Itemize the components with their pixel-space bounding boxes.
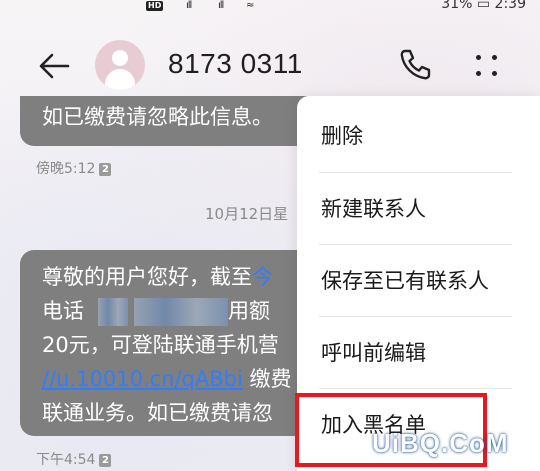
redacted-region <box>98 298 128 326</box>
more-dot-icon <box>492 55 497 60</box>
clock: 2:39 <box>494 0 526 12</box>
status-bar: HD ıll ıll ≈ 31% ▭ 2:39 <box>0 0 540 14</box>
wifi-icon: ≈ <box>246 0 254 11</box>
menu-item-new-contact[interactable]: 新建联系人 <box>321 173 516 245</box>
sim-badge: 2 <box>99 454 112 467</box>
hd-badge: HD <box>146 1 164 11</box>
menu-item-delete[interactable]: 删除 <box>321 100 516 172</box>
battery-status: 31% ▭ 2:39 <box>441 0 526 12</box>
back-button[interactable] <box>34 50 74 82</box>
conversation-header: 8173 0311 <box>0 30 540 102</box>
signal-icon-2: ıll <box>218 0 224 11</box>
menu-item-edit-before-call[interactable]: 呼叫前编辑 <box>321 317 516 389</box>
back-arrow-icon <box>39 53 70 79</box>
phone-icon <box>400 49 431 80</box>
menu-item-save-to-existing-contact[interactable]: 保存至已有联系人 <box>321 245 516 317</box>
message-link[interactable]: //u.10010.cn/qABbi <box>42 367 243 391</box>
contact-avatar[interactable] <box>95 40 145 90</box>
sim-badge: 2 <box>99 163 112 176</box>
message-line: //u.10010.cn/qABbi 缴费 <box>42 367 292 391</box>
more-dot-icon <box>476 71 481 76</box>
message-bubble[interactable]: 尊敬的用户您好，截至今 电话 用额 20元，可登陆联通手机营 //u.10010.… <box>20 250 340 436</box>
battery-icon: ▭ <box>476 0 491 12</box>
more-dot-icon <box>492 71 497 76</box>
message-time: 傍晚5:12 <box>36 161 96 177</box>
message-line: 电话 用额 <box>42 294 340 328</box>
message-time: 下午4:54 <box>36 452 96 468</box>
redacted-region <box>134 298 228 326</box>
message-line: 20元，可登陆联通手机营 <box>42 333 279 357</box>
date-divider: 10月12日星 <box>205 205 289 223</box>
highlighted-text[interactable]: 今 <box>252 265 273 289</box>
message-text: 如已缴费请忽略此信息。 <box>42 105 273 129</box>
call-button[interactable] <box>396 46 432 82</box>
message-meta: 傍晚5:12 2 <box>36 158 112 178</box>
avatar-head <box>112 50 128 66</box>
message-meta: 下午4:54 2 <box>36 449 112 469</box>
more-dot-icon <box>476 55 481 60</box>
more-options-button[interactable] <box>470 48 504 82</box>
avatar-body <box>105 69 135 90</box>
message-line: 尊敬的用户您好，截至今 <box>42 265 273 289</box>
signal-icon: ıll <box>186 0 192 11</box>
contact-number-title: 8173 0311 <box>168 48 303 79</box>
watermark-logo: UiBQ.CoM <box>372 428 509 458</box>
battery-percent: 31% <box>441 0 473 12</box>
message-bubble[interactable]: 如已缴费请忽略此信息。 <box>20 96 340 146</box>
